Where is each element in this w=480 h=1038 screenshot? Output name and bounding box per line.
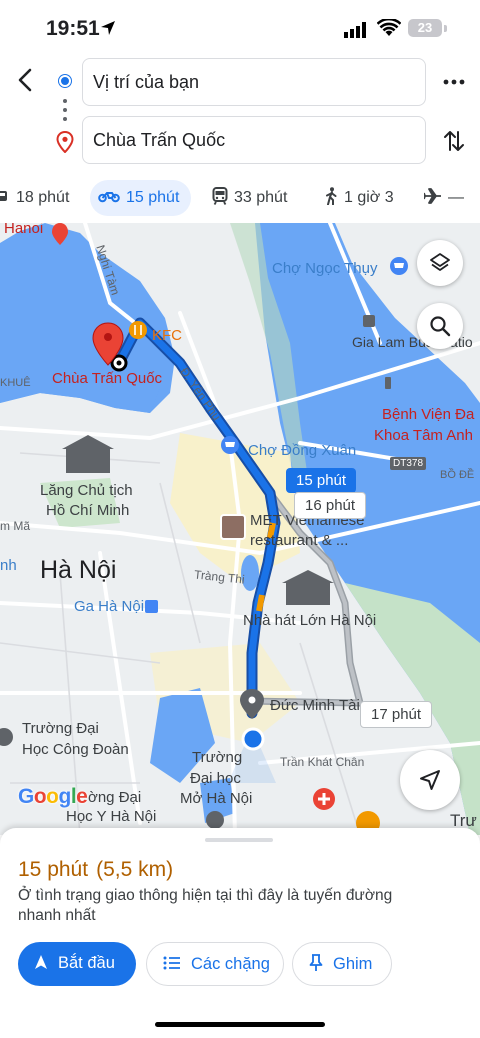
car-icon xyxy=(0,191,7,202)
map-label-truong-mo-2: Đại học xyxy=(190,770,241,787)
steps-button-label: Các chặng xyxy=(191,955,270,973)
map-label-lang-1: Lăng Chủ tịch xyxy=(40,482,133,499)
home-indicator[interactable] xyxy=(155,1022,325,1027)
tab-car[interactable]: 18 phút xyxy=(0,180,69,216)
tab-car-label: 18 phút xyxy=(16,189,70,206)
map-label-truong-cd-1: Trường Đại xyxy=(22,720,99,737)
tab-transit[interactable]: 33 phút xyxy=(212,180,287,216)
eta-bubble-alt-2[interactable]: 17 phút xyxy=(360,701,433,728)
tab-flight[interactable]: — xyxy=(423,180,464,216)
google-logo: Google xyxy=(18,785,88,808)
layers-button[interactable] xyxy=(417,240,463,286)
my-location-button[interactable] xyxy=(400,750,460,810)
map-label-tran-khat-chan: Trần Khát Chân xyxy=(280,755,365,769)
tab-flight-label: — xyxy=(448,189,464,206)
navigation-arrow-icon xyxy=(420,770,440,790)
map-label-ga-ha-noi: Ga Hà Nội xyxy=(74,598,145,615)
map-label-ma: m Mã xyxy=(0,519,30,533)
start-button[interactable]: Bắt đầu xyxy=(18,942,136,986)
origin-field[interactable]: Vị trí của bạn xyxy=(82,58,426,106)
list-icon xyxy=(163,956,180,970)
destination-field[interactable]: Chùa Trấn Quốc xyxy=(82,116,426,164)
tab-walk-label: 1 giờ 3 xyxy=(344,189,394,206)
map-label-truong-mo-3: Mở Hà Nội xyxy=(180,790,253,807)
route-duration: 15 phút xyxy=(18,858,89,881)
tab-motorbike-label: 15 phút xyxy=(126,189,180,206)
layers-icon xyxy=(430,253,450,271)
back-arrow-icon[interactable] xyxy=(12,66,40,94)
eta-bubble-alt-1[interactable]: 16 phút xyxy=(294,492,367,519)
status-time: 19:51 xyxy=(46,17,100,40)
pin-icon xyxy=(309,954,323,972)
steps-button[interactable]: Các chặng xyxy=(146,942,284,986)
transit-icon xyxy=(212,187,228,206)
map-label-cho-dong-xuan: Chợ Đồng Xuân xyxy=(248,442,357,459)
walk-icon xyxy=(326,187,337,206)
map-view[interactable]: Hanoi Nghi Tàm KFC Chợ Ngọc Thụy Gia Lam… xyxy=(0,223,480,835)
status-bar: 19:51 23 xyxy=(0,0,480,56)
map-label-nha-hat: Nhà hát Lớn Hà Nội xyxy=(243,612,377,629)
map-label-kfc: KFC xyxy=(152,327,182,344)
route-summary-sheet: 15 phút (5,5 km) Ở tình trạng giao thông … xyxy=(0,828,480,1038)
map-label-cho-ngoc-thuy: Chợ Ngọc Thụy xyxy=(272,260,378,277)
map-label-benh-vien-1: Bệnh Viện Đa xyxy=(382,406,475,423)
map-label-hanoi: Hanoi xyxy=(4,223,44,237)
origin-dot-icon xyxy=(59,75,71,87)
navigation-icon xyxy=(35,955,47,970)
map-label-nh: nh xyxy=(0,557,17,574)
map-label-benh-vien-2: Khoa Tâm Anh xyxy=(374,427,473,444)
battery-tip xyxy=(444,25,447,32)
more-options-icon[interactable] xyxy=(442,68,466,96)
pin-button-label: Ghim xyxy=(333,955,373,973)
tab-walk[interactable]: 1 giờ 3 xyxy=(324,180,394,216)
battery-indicator: 23 xyxy=(408,19,442,37)
map-label-truong-mo-1: Trường xyxy=(192,749,243,766)
map-label-y-hn-1: ờng Đại xyxy=(88,789,142,806)
destination-pin-icon xyxy=(56,131,74,153)
map-label-met-2: restaurant & ... xyxy=(250,532,349,549)
cellular-signal-icon xyxy=(344,22,366,38)
search-icon xyxy=(430,316,451,337)
tab-transit-label: 33 phút xyxy=(234,189,288,206)
flight-icon xyxy=(423,188,441,205)
motorbike-icon xyxy=(98,192,120,203)
travel-mode-tabs: 18 phút 15 phút 33 phút 1 giờ 3 — xyxy=(0,180,480,218)
map-label-truong-cd-2: Học Công Đoàn xyxy=(22,741,129,758)
map-label-dt378: DT378 xyxy=(390,457,427,470)
pin-button[interactable]: Ghim xyxy=(292,942,392,986)
search-button[interactable] xyxy=(417,303,463,349)
start-button-label: Bắt đầu xyxy=(58,954,115,972)
eta-bubble-main[interactable]: 15 phút xyxy=(286,468,357,493)
wifi-icon xyxy=(377,19,401,36)
route-description: Ở tình trạng giao thông hiện tại thì đây… xyxy=(18,887,393,924)
route-distance: (5,5 km) xyxy=(96,858,174,881)
map-label-khue: KHUÊ xyxy=(0,377,31,389)
tab-motorbike[interactable]: 15 phút xyxy=(90,180,192,216)
sheet-drag-handle[interactable] xyxy=(205,838,273,842)
route-summary: 15 phút (5,5 km) xyxy=(18,858,173,882)
route-dots-icon xyxy=(63,99,67,121)
map-label-y-hn-2: Học Y Hà Nội xyxy=(66,808,157,825)
map-label-lang-2: Hồ Chí Minh xyxy=(46,502,130,519)
location-services-icon xyxy=(101,21,115,35)
map-label-bo-de: BỒ ĐỀ xyxy=(440,469,475,481)
map-label-chua-tran-quoc: Chùa Trấn Quốc xyxy=(52,370,163,387)
swap-icon[interactable] xyxy=(442,128,466,154)
map-label-ha-noi: Hà Nội xyxy=(40,556,117,584)
map-label-duc-minh-tai: Đức Minh Tài xyxy=(270,697,360,714)
